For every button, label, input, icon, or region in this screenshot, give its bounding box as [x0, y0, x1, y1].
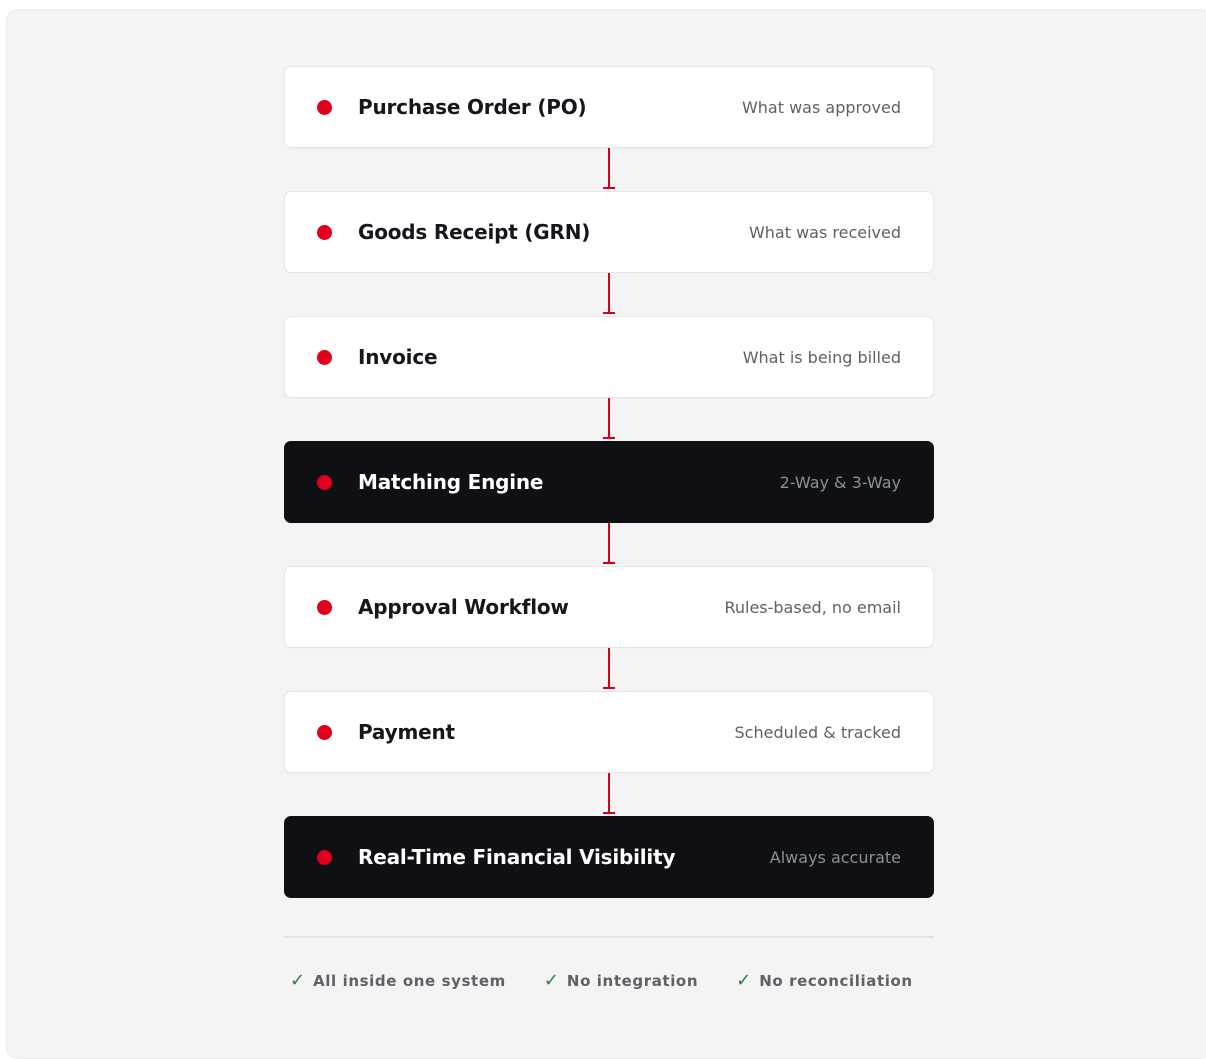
red-dot-icon	[317, 349, 332, 365]
connector-arrowhead	[603, 687, 615, 689]
connector-arrowhead	[603, 562, 615, 564]
benefits-list: ✓ All inside one system ✓ No integration…	[290, 970, 913, 991]
red-dot-icon	[317, 599, 332, 615]
arrow-down-icon	[284, 398, 934, 441]
step-title: Matching Engine	[358, 470, 544, 494]
step-title: Real-Time Financial Visibility	[358, 845, 676, 869]
step-title: Payment	[358, 720, 455, 744]
arrow-down-icon	[284, 773, 934, 816]
divider	[284, 936, 934, 938]
connector-arrowhead	[603, 312, 615, 314]
benefit-label: All inside one system	[313, 971, 506, 990]
connector-line	[608, 648, 610, 688]
step-invoice: Invoice What is being billed	[284, 316, 934, 398]
benefit-label: No reconciliation	[759, 971, 913, 990]
step-subtitle: What is being billed	[742, 347, 901, 367]
connector-line	[608, 523, 610, 563]
arrow-down-icon	[284, 273, 934, 316]
red-dot-icon	[317, 474, 332, 490]
red-dot-icon	[317, 99, 332, 115]
step-payment: Payment Scheduled & tracked	[284, 691, 934, 773]
connector-line	[608, 398, 610, 438]
step-approval-workflow: Approval Workflow Rules-based, no email	[284, 566, 934, 648]
red-dot-icon	[317, 224, 332, 240]
red-dot-icon	[317, 849, 332, 865]
step-financial-visibility: Real-Time Financial Visibility Always ac…	[284, 816, 934, 898]
red-dot-icon	[317, 724, 332, 740]
check-icon: ✓	[736, 970, 752, 991]
check-icon: ✓	[290, 970, 306, 991]
step-goods-receipt: Goods Receipt (GRN) What was received	[284, 191, 934, 273]
step-purchase-order: Purchase Order (PO) What was approved	[284, 66, 934, 148]
connector-line	[608, 273, 610, 313]
step-subtitle: Scheduled & tracked	[734, 722, 901, 742]
benefit-one-system: ✓ All inside one system	[290, 970, 506, 991]
step-matching-engine: Matching Engine 2-Way & 3-Way	[284, 441, 934, 523]
benefit-no-reconciliation: ✓ No reconciliation	[736, 970, 913, 991]
step-title: Purchase Order (PO)	[358, 95, 587, 119]
arrow-down-icon	[284, 523, 934, 566]
check-icon: ✓	[543, 970, 559, 991]
connector-line	[608, 773, 610, 813]
benefit-no-integration: ✓ No integration	[544, 970, 698, 991]
process-flow: Purchase Order (PO) What was approved Go…	[284, 66, 934, 898]
arrow-down-icon	[284, 148, 934, 191]
connector-line	[608, 148, 610, 188]
benefit-label: No integration	[566, 971, 699, 990]
step-title: Invoice	[358, 345, 438, 369]
step-subtitle: Always accurate	[769, 847, 901, 867]
step-title: Approval Workflow	[358, 595, 569, 619]
step-title: Goods Receipt (GRN)	[358, 220, 591, 244]
connector-arrowhead	[603, 812, 615, 814]
step-subtitle: Rules-based, no email	[724, 597, 901, 617]
connector-arrowhead	[603, 187, 615, 189]
connector-arrowhead	[603, 437, 615, 439]
arrow-down-icon	[284, 648, 934, 691]
step-subtitle: What was received	[748, 222, 901, 242]
step-subtitle: What was approved	[741, 97, 901, 117]
step-subtitle: 2-Way & 3-Way	[779, 472, 901, 492]
